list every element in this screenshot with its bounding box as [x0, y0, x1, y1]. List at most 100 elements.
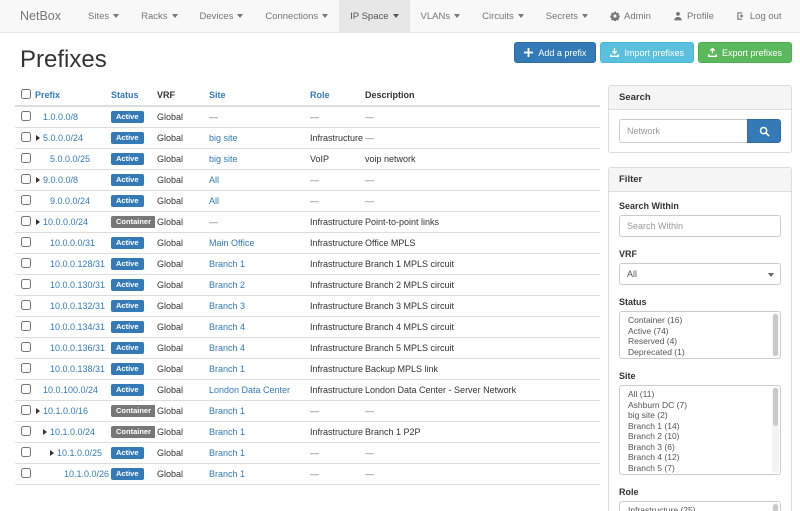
search-within-input[interactable] [619, 215, 781, 237]
listbox-option[interactable]: Branch 4 (12) [620, 452, 780, 463]
role-listbox[interactable]: Infrastructure (25)Management (8)Private… [619, 501, 781, 511]
search-button[interactable] [747, 119, 781, 143]
prefix-link[interactable]: 10.1.0.0/16 [43, 406, 88, 416]
add-prefix-button[interactable]: Add a prefix [514, 42, 596, 63]
site-link[interactable]: Branch 1 [209, 448, 245, 458]
nav-item-secrets[interactable]: Secrets [535, 0, 599, 32]
row-checkbox[interactable] [21, 405, 31, 415]
prefix-link[interactable]: 10.0.0.0/24 [43, 217, 88, 227]
scrollbar[interactable] [772, 313, 779, 357]
prefix-link[interactable]: 10.1.0.0/25 [57, 448, 102, 458]
site-link[interactable]: big site [209, 154, 238, 164]
prefix-link[interactable]: 10.0.0.0/31 [50, 238, 95, 248]
listbox-option[interactable]: Active (74) [620, 326, 780, 337]
column-header-prefix[interactable]: Prefix [35, 90, 60, 100]
row-checkbox[interactable] [21, 447, 31, 457]
search-input[interactable] [619, 119, 747, 143]
select-all-checkbox[interactable] [21, 89, 31, 99]
prefix-link[interactable]: 10.0.0.132/31 [50, 301, 105, 311]
prefix-link[interactable]: 10.1.0.0/26 [64, 469, 109, 479]
listbox-option[interactable]: Branch 5 (7) [620, 463, 780, 474]
row-checkbox[interactable] [21, 342, 31, 352]
row-checkbox[interactable] [21, 195, 31, 205]
row-checkbox[interactable] [21, 153, 31, 163]
listbox-option[interactable]: Container (16) [620, 315, 780, 326]
scrollbar-thumb[interactable] [773, 504, 778, 511]
row-checkbox[interactable] [21, 237, 31, 247]
site-link[interactable]: Main Office [209, 238, 254, 248]
row-checkbox[interactable] [21, 111, 31, 121]
site-link[interactable]: Branch 1 [209, 427, 245, 437]
vrf-select[interactable]: All [619, 263, 781, 285]
expand-arrow-icon[interactable] [36, 177, 40, 183]
listbox-option[interactable]: Branch 2 (10) [620, 431, 780, 442]
site-link[interactable]: All [209, 196, 219, 206]
listbox-option[interactable]: Infrastructure (25) [620, 505, 780, 511]
nav-item-circuits[interactable]: Circuits [471, 0, 535, 32]
site-link[interactable]: Branch 1 [209, 406, 245, 416]
row-checkbox[interactable] [21, 174, 31, 184]
column-header-role[interactable]: Role [310, 90, 330, 100]
prefix-link[interactable]: 5.0.0.0/24 [43, 133, 83, 143]
nav-item-connections[interactable]: Connections [254, 0, 339, 32]
listbox-option[interactable]: COLO-1-CA (2) [620, 473, 780, 475]
listbox-option[interactable]: Deprecated (1) [620, 347, 780, 358]
nav-item-ip-space[interactable]: IP Space [339, 0, 409, 32]
expand-arrow-icon[interactable] [36, 408, 40, 414]
prefix-link[interactable]: 9.0.0.0/8 [43, 175, 78, 185]
nav-item-racks[interactable]: Racks [130, 0, 188, 32]
expand-arrow-icon[interactable] [36, 219, 40, 225]
nav-item-logout[interactable]: Log out [725, 0, 793, 32]
brand-netbox[interactable]: NetBox [0, 0, 77, 32]
export-prefixes-button[interactable]: Export prefixes [698, 42, 792, 63]
nav-item-devices[interactable]: Devices [189, 0, 255, 32]
expand-arrow-icon[interactable] [36, 135, 40, 141]
prefix-link[interactable]: 9.0.0.0/24 [50, 196, 90, 206]
row-checkbox[interactable] [21, 384, 31, 394]
site-link[interactable]: Branch 1 [209, 469, 245, 479]
nav-item-profile[interactable]: Profile [662, 0, 725, 32]
column-header-status[interactable]: Status [111, 90, 139, 100]
row-checkbox[interactable] [21, 300, 31, 310]
site-link[interactable]: Branch 4 [209, 322, 245, 332]
listbox-option[interactable]: Reserved (4) [620, 336, 780, 347]
import-prefixes-button[interactable]: Import prefixes [600, 42, 694, 63]
row-checkbox[interactable] [21, 132, 31, 142]
nav-item-admin[interactable]: Admin [599, 0, 662, 32]
nav-item-sites[interactable]: Sites [77, 0, 130, 32]
prefix-link[interactable]: 1.0.0.0/8 [43, 112, 78, 122]
row-checkbox[interactable] [21, 258, 31, 268]
site-link[interactable]: London Data Center [209, 385, 290, 395]
listbox-option[interactable]: Ashburn DC (7) [620, 400, 780, 411]
prefix-link[interactable]: 10.0.100.0/24 [43, 385, 98, 395]
column-header-site[interactable]: Site [209, 90, 226, 100]
expand-arrow-icon[interactable] [50, 450, 54, 456]
row-checkbox[interactable] [21, 468, 31, 478]
prefix-link[interactable]: 10.0.0.136/31 [50, 343, 105, 353]
row-checkbox[interactable] [21, 216, 31, 226]
site-link[interactable]: All [209, 175, 219, 185]
prefix-link[interactable]: 10.0.0.130/31 [50, 280, 105, 290]
site-link[interactable]: Branch 2 [209, 280, 245, 290]
site-link[interactable]: Branch 3 [209, 301, 245, 311]
nav-item-vlans[interactable]: VLANs [410, 0, 472, 32]
scrollbar[interactable] [772, 503, 779, 511]
prefix-link[interactable]: 10.0.0.138/31 [50, 364, 105, 374]
row-checkbox[interactable] [21, 321, 31, 331]
site-listbox[interactable]: All (11)Ashburn DC (7)big site (2) Branch… [619, 385, 781, 475]
row-checkbox[interactable] [21, 279, 31, 289]
row-checkbox[interactable] [21, 363, 31, 373]
expand-arrow-icon[interactable] [43, 429, 47, 435]
site-link[interactable]: Branch 1 [209, 259, 245, 269]
site-link[interactable]: big site [209, 133, 238, 143]
scrollbar-thumb[interactable] [773, 388, 778, 426]
status-listbox[interactable]: Container (16)Active (74)Reserved (4)Dep… [619, 311, 781, 359]
listbox-option[interactable]: big site (2) [620, 410, 780, 421]
row-checkbox[interactable] [21, 426, 31, 436]
scrollbar-thumb[interactable] [773, 314, 778, 356]
prefix-link[interactable]: 10.0.0.128/31 [50, 259, 105, 269]
listbox-option[interactable]: All (11) [620, 389, 780, 400]
site-link[interactable]: Branch 4 [209, 343, 245, 353]
listbox-option[interactable]: Branch 3 (6) [620, 442, 780, 453]
site-link[interactable]: Branch 1 [209, 364, 245, 374]
